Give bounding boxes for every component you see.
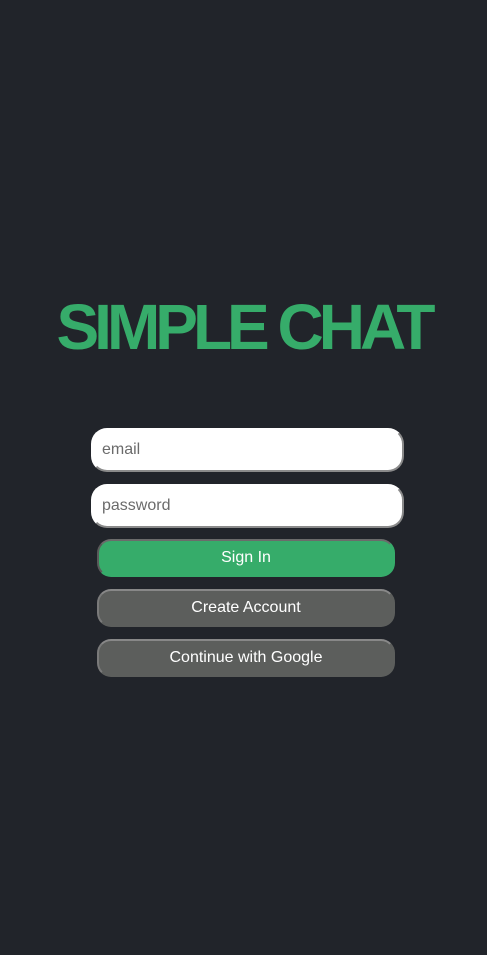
email-input[interactable] bbox=[91, 428, 404, 472]
app-logo-title: SIMPLE CHAT bbox=[56, 291, 435, 363]
password-input[interactable] bbox=[91, 484, 404, 528]
sign-in-button[interactable]: Sign In bbox=[97, 539, 395, 577]
continue-with-google-button[interactable]: Continue with Google bbox=[97, 639, 395, 677]
create-account-button[interactable]: Create Account bbox=[97, 589, 395, 627]
